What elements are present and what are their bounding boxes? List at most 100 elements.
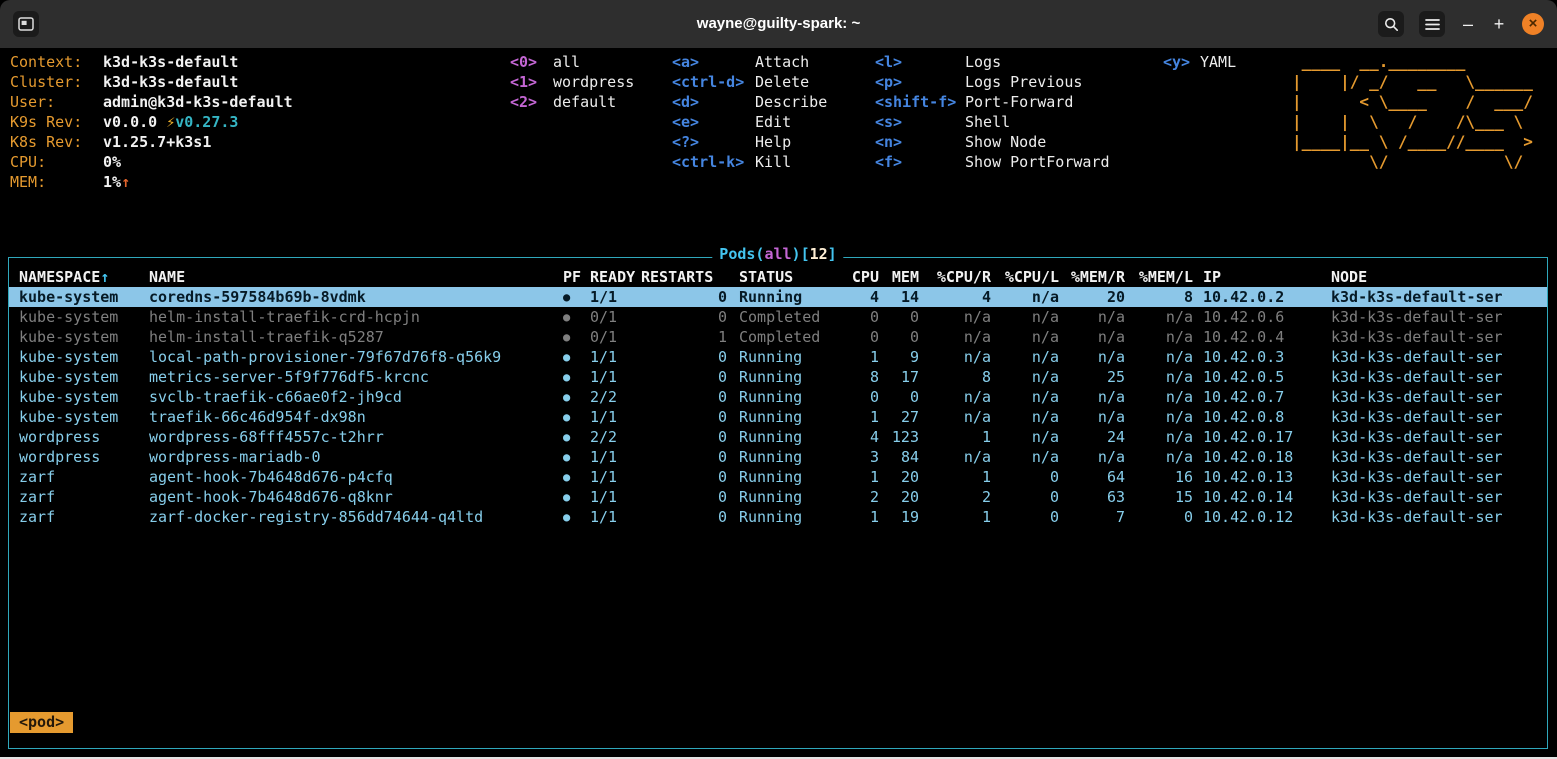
col-mem-r[interactable]: %MEM/R	[1059, 267, 1125, 287]
k9s-ascii-logo: ____ __.________ | |/ _/ __ \______ | < …	[1292, 52, 1533, 172]
hotkey-label: wordpress	[553, 72, 634, 92]
col-cpu-r[interactable]: %CPU/R	[919, 267, 991, 287]
pod-cpu: 0	[839, 327, 879, 347]
pod-node: k3d-k3s-default-ser	[1321, 287, 1541, 307]
pod-ip: 10.42.0.12	[1193, 507, 1321, 527]
k9s-rev-value: v0.0.0	[103, 113, 157, 131]
pod-name: metrics-server-5f9f776df5-krcnc	[149, 367, 563, 387]
col-node[interactable]: NODE	[1321, 267, 1541, 287]
pod-row[interactable]: zarf agent-hook-7b4648d676-p4cfq ● 1/1 0…	[9, 467, 1547, 487]
user-value: admin@k3d-k3s-default	[103, 93, 293, 111]
hotkey-label: Logs	[965, 52, 1001, 72]
pod-mem-l: n/a	[1125, 367, 1193, 387]
pod-namespace: wordpress	[19, 427, 149, 447]
hotkey-key: <2>	[510, 92, 553, 112]
action-hotkey-row: <shift-f>Port-Forward	[875, 92, 1110, 112]
pod-namespace: kube-system	[19, 347, 149, 367]
pod-node: k3d-k3s-default-ser	[1321, 427, 1541, 447]
menu-button[interactable]	[1419, 11, 1445, 37]
pod-namespace: kube-system	[19, 387, 149, 407]
col-name[interactable]: NAME	[149, 267, 563, 287]
cpu-label: CPU:	[10, 152, 103, 172]
pod-mem-l: n/a	[1125, 327, 1193, 347]
col-cpu[interactable]: CPU	[839, 267, 879, 287]
pod-namespace: zarf	[19, 487, 149, 507]
hamburger-icon	[1425, 18, 1440, 31]
pod-status: Running	[727, 347, 839, 367]
pod-row[interactable]: wordpress wordpress-68fff4557c-t2hrr ● 2…	[9, 427, 1547, 447]
action-hotkey-row: <?>Help	[672, 132, 827, 152]
pod-node: k3d-k3s-default-ser	[1321, 387, 1541, 407]
pod-cpu-l: n/a	[991, 387, 1059, 407]
pod-node: k3d-k3s-default-ser	[1321, 487, 1541, 507]
pod-mem: 0	[879, 327, 919, 347]
pod-mem-r: 63	[1059, 487, 1125, 507]
hotkey-key: <n>	[875, 132, 965, 152]
hotkey-key: <ctrl-k>	[672, 152, 755, 172]
pod-restarts: 0	[641, 447, 727, 467]
pod-cpu-l: n/a	[991, 427, 1059, 447]
pod-row[interactable]: wordpress wordpress-mariadb-0 ● 1/1 0 Ru…	[9, 447, 1547, 467]
terminal-window: wayne@guilty-spark: ~ – + ×	[0, 0, 1557, 759]
pod-cpu-r: 8	[919, 367, 991, 387]
col-mem[interactable]: MEM	[879, 267, 919, 287]
pod-cpu-l: n/a	[991, 367, 1059, 387]
user-label: User:	[10, 92, 103, 112]
pod-row[interactable]: kube-system coredns-597584b69b-8vdmk ● 1…	[9, 287, 1547, 307]
pod-mem: 123	[879, 427, 919, 447]
col-ip[interactable]: IP	[1193, 267, 1321, 287]
pod-row[interactable]: kube-system traefik-66c46d954f-dx98n ● 1…	[9, 407, 1547, 427]
pod-row[interactable]: kube-system local-path-provisioner-79f67…	[9, 347, 1547, 367]
col-cpu-l[interactable]: %CPU/L	[991, 267, 1059, 287]
minimize-button[interactable]: –	[1460, 11, 1476, 37]
pod-ip: 10.42.0.8	[1193, 407, 1321, 427]
pod-row[interactable]: kube-system metrics-server-5f9f776df5-kr…	[9, 367, 1547, 387]
k8s-rev-label: K8s Rev:	[10, 132, 103, 152]
pod-row[interactable]: kube-system svclb-traefik-c66ae0f2-jh9cd…	[9, 387, 1547, 407]
pod-namespace: kube-system	[19, 327, 149, 347]
pod-cpu-l: n/a	[991, 287, 1059, 307]
pod-restarts: 0	[641, 307, 727, 327]
pod-mem-r: n/a	[1059, 387, 1125, 407]
close-button[interactable]: ×	[1522, 13, 1544, 35]
pod-ready: 1/1	[585, 487, 641, 507]
pod-row[interactable]: kube-system helm-install-traefik-crd-hcp…	[9, 307, 1547, 327]
pod-ip: 10.42.0.4	[1193, 327, 1321, 347]
col-namespace[interactable]: NAMESPACE↑	[19, 267, 149, 287]
pod-cpu-r: 1	[919, 467, 991, 487]
maximize-button[interactable]: +	[1491, 11, 1507, 37]
col-ready[interactable]: READY	[585, 267, 641, 287]
terminal-app-button[interactable]	[13, 11, 39, 37]
pod-row[interactable]: zarf agent-hook-7b4648d676-q8knr ● 1/1 0…	[9, 487, 1547, 507]
col-status[interactable]: STATUS	[727, 267, 839, 287]
pf-dot-icon: ●	[563, 347, 585, 367]
col-mem-l[interactable]: %MEM/L	[1125, 267, 1193, 287]
pod-row[interactable]: kube-system helm-install-traefik-q5287 ●…	[9, 327, 1547, 347]
col-pf[interactable]: PF	[563, 267, 585, 287]
hotkey-label: Port-Forward	[965, 92, 1073, 112]
hotkey-label: Shell	[965, 112, 1010, 132]
pod-mem: 20	[879, 467, 919, 487]
pod-mem: 19	[879, 507, 919, 527]
cluster-row: Cluster:k3d-k3s-default	[10, 72, 293, 92]
action-hotkey-row: <y>YAML	[1163, 52, 1236, 72]
search-button[interactable]	[1378, 11, 1404, 37]
hotkey-label: Delete	[755, 72, 809, 92]
action-hotkey-row: <ctrl-k>Kill	[672, 152, 827, 172]
col-restarts[interactable]: RESTARTS	[641, 267, 727, 287]
pod-mem-l: 8	[1125, 287, 1193, 307]
pod-cpu: 8	[839, 367, 879, 387]
breadcrumb-pod[interactable]: <pod>	[10, 712, 73, 733]
pod-name: coredns-597584b69b-8vdmk	[149, 287, 563, 307]
pod-cpu-l: 0	[991, 487, 1059, 507]
window-title: wayne@guilty-spark: ~	[0, 0, 1557, 48]
pods-rows: NAMESPACE↑ NAME PF READY RESTARTS STATUS…	[9, 267, 1547, 527]
action-hotkey-row: <s>Shell	[875, 112, 1110, 132]
pod-restarts: 0	[641, 287, 727, 307]
pod-row[interactable]: zarf zarf-docker-registry-856dd74644-q4l…	[9, 507, 1547, 527]
pod-name: wordpress-68fff4557c-t2hrr	[149, 427, 563, 447]
title-count: 12	[810, 245, 828, 263]
pod-cpu-l: 0	[991, 507, 1059, 527]
k8s-rev-value: v1.25.7+k3s1	[103, 133, 211, 151]
pod-ready: 2/2	[585, 387, 641, 407]
